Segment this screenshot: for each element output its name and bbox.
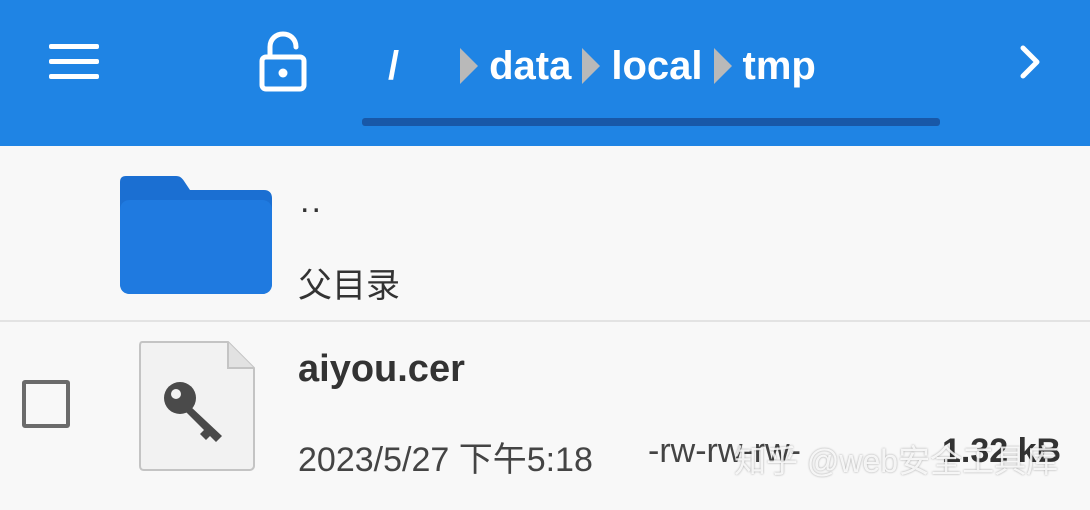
- breadcrumb-separator-icon: [703, 46, 743, 86]
- breadcrumb-root[interactable]: /: [388, 44, 399, 89]
- file-modified-date: 2023/5/27 下午5:18: [298, 441, 593, 479]
- breadcrumb-item-local[interactable]: local: [611, 44, 702, 89]
- list-item-parent-directory[interactable]: .. 父目录: [0, 146, 1090, 320]
- file-select-checkbox[interactable]: [22, 380, 70, 428]
- chevron-right-icon: [1020, 45, 1040, 79]
- parent-directory-label: 父目录: [298, 267, 400, 305]
- breadcrumb-item-data[interactable]: data: [489, 44, 571, 89]
- breadcrumb-separator-icon: [571, 46, 611, 86]
- key-file-icon: [139, 341, 255, 471]
- menu-button[interactable]: [44, 36, 104, 88]
- unlocked-padlock-icon: [259, 31, 307, 92]
- breadcrumb-forward-button[interactable]: [1006, 36, 1054, 88]
- breadcrumb: / data local tmp: [388, 36, 816, 96]
- breadcrumb-separator-icon: [449, 46, 489, 86]
- breadcrumb-item-tmp[interactable]: tmp: [743, 44, 816, 89]
- hamburger-menu-icon: [49, 44, 99, 79]
- folder-icon: [120, 176, 272, 294]
- breadcrumb-scroll-indicator: [362, 118, 940, 126]
- lock-button[interactable]: [252, 28, 314, 96]
- parent-directory-name: ..: [300, 182, 323, 220]
- watermark-text: 知乎 @web安全工具库: [734, 443, 1059, 479]
- app-toolbar: / data local tmp: [0, 0, 1090, 146]
- file-name: aiyou.cer: [298, 348, 465, 390]
